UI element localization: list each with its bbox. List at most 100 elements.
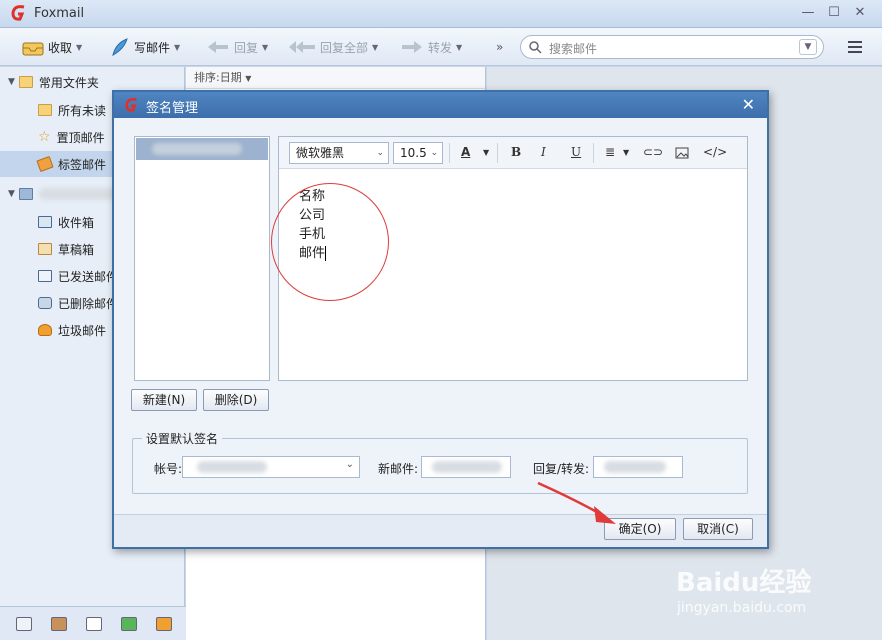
collapse-arrow-icon[interactable]: ▼ bbox=[8, 77, 15, 87]
forward-label: 转发 bbox=[428, 40, 453, 55]
close-window-button[interactable]: ✕ bbox=[850, 4, 870, 22]
font-color-icon[interactable]: A bbox=[461, 145, 470, 159]
editor-toolbar: 微软雅黑 ⌄ 10.5 ⌄ A ▼ B I U ≣ ▼ ⊂⊃ </> bbox=[279, 137, 747, 169]
default-signature-label: 设置默认签名 bbox=[142, 430, 223, 447]
reply-forward-label: 回复/转发: bbox=[533, 462, 590, 476]
sent-icon bbox=[38, 270, 52, 282]
sidebar-item-label: 草稿箱 bbox=[58, 242, 95, 257]
app-title: Foxmail bbox=[34, 6, 85, 21]
account-icon bbox=[18, 188, 33, 200]
redacted-account bbox=[197, 461, 267, 473]
signature-list-item[interactable] bbox=[136, 138, 268, 160]
main-toolbar: 收取 ▼ 写邮件 ▼ 回复 ▼ 回复全部 ▼ 转发 ▼ » 搜索邮件 ▼ bbox=[0, 28, 882, 66]
redacted-signature bbox=[604, 461, 666, 473]
source-code-icon[interactable]: </> bbox=[703, 145, 727, 159]
sort-label: 排序:日期 bbox=[194, 71, 242, 84]
folder-icon bbox=[38, 104, 52, 116]
chevron-down-icon[interactable]: ▼ bbox=[483, 148, 489, 157]
receive-label: 收取 bbox=[48, 40, 73, 55]
receive-button[interactable]: 收取 ▼ bbox=[22, 36, 82, 58]
trash-icon bbox=[38, 297, 52, 309]
toolbar-divider bbox=[449, 143, 450, 163]
minimize-button[interactable]: — bbox=[798, 4, 818, 22]
new-mail-signature-select[interactable] bbox=[421, 456, 511, 478]
reply-all-label: 回复全部 bbox=[320, 40, 369, 55]
chevron-down-icon: ▼ bbox=[262, 42, 269, 52]
signature-dialog: 签名管理 ✕ 微软雅黑 ⌄ 10.5 ⌄ A ▼ B I U ≣ ▼ ⊂⊃ </… bbox=[112, 90, 769, 549]
dialog-title: 签名管理 bbox=[146, 101, 199, 116]
link-icon[interactable]: ⊂⊃ bbox=[643, 145, 663, 159]
account-label: 帐号: bbox=[154, 462, 183, 476]
rss-icon[interactable] bbox=[156, 617, 172, 631]
sidebar-item-label: 所有未读 bbox=[58, 103, 107, 118]
search-options-chevron-icon[interactable]: ▼ bbox=[799, 39, 817, 55]
font-family-select[interactable]: 微软雅黑 ⌄ bbox=[289, 142, 389, 164]
foxmail-logo-icon bbox=[125, 98, 137, 112]
sidebar-bottom-bar bbox=[0, 606, 186, 640]
calendar-icon[interactable] bbox=[86, 617, 102, 631]
forward-button[interactable]: 转发 ▼ bbox=[400, 36, 462, 58]
redacted-signature-name bbox=[152, 143, 242, 155]
underline-icon[interactable]: U bbox=[571, 145, 581, 159]
sidebar-item-label: 已删除邮件 bbox=[58, 296, 119, 311]
search-placeholder: 搜索邮件 bbox=[549, 42, 598, 56]
drafts-icon bbox=[38, 243, 52, 255]
sidebar-item-label: 标签邮件 bbox=[58, 157, 107, 172]
new-signature-button[interactable]: 新建(N) bbox=[131, 389, 197, 411]
notes-icon[interactable] bbox=[121, 617, 137, 631]
chevron-down-icon[interactable]: ▼ bbox=[623, 148, 629, 157]
collapse-arrow-icon[interactable]: ▼ bbox=[8, 189, 15, 199]
inbox-folder-icon bbox=[38, 216, 52, 228]
maximize-button[interactable]: ☐ bbox=[824, 4, 844, 22]
chevron-down-icon: ▼ bbox=[76, 42, 83, 52]
more-toolbar-button[interactable]: » bbox=[496, 36, 503, 58]
chevron-down-icon: ▼ bbox=[456, 42, 463, 52]
main-menu-icon[interactable] bbox=[848, 41, 862, 53]
delete-signature-button[interactable]: 删除(D) bbox=[203, 389, 269, 411]
search-input[interactable]: 搜索邮件 ▼ bbox=[520, 35, 824, 59]
forward-arrow-icon bbox=[402, 41, 422, 53]
compose-label: 写邮件 bbox=[134, 40, 171, 55]
italic-icon[interactable]: I bbox=[541, 145, 546, 159]
account-select[interactable]: ⌄ bbox=[182, 456, 360, 478]
common-folder-label: 常用文件夹 bbox=[38, 75, 99, 90]
new-mail-label: 新邮件: bbox=[378, 462, 419, 476]
chevron-down-icon: ▼ bbox=[372, 42, 379, 52]
star-icon: ☆ bbox=[38, 129, 51, 145]
toolbar-divider bbox=[593, 143, 594, 163]
dialog-title-bar: 签名管理 ✕ bbox=[114, 92, 767, 118]
redacted-account-name bbox=[38, 188, 119, 200]
compose-button[interactable]: 写邮件 ▼ bbox=[110, 36, 180, 58]
sidebar-item-label: 置顶邮件 bbox=[56, 130, 105, 145]
sidebar-item-label: 已发送邮件 bbox=[58, 269, 119, 284]
font-size-select[interactable]: 10.5 ⌄ bbox=[393, 142, 443, 164]
redacted-signature bbox=[432, 461, 502, 473]
bold-icon[interactable]: B bbox=[511, 145, 521, 159]
sidebar-item-label: 垃圾邮件 bbox=[58, 323, 107, 338]
cancel-button[interactable]: 取消(C) bbox=[683, 518, 753, 540]
align-icon[interactable]: ≣ bbox=[605, 145, 615, 159]
junk-fire-icon bbox=[38, 324, 52, 336]
baidu-watermark-url: jingyan.baidu.com bbox=[677, 600, 807, 616]
chevron-down-icon: ▼ bbox=[174, 42, 181, 52]
sort-dropdown[interactable]: 排序:日期 ▼ bbox=[186, 67, 485, 89]
chevron-down-icon: ⌄ bbox=[430, 148, 438, 158]
annotation-arrow bbox=[537, 481, 616, 524]
image-icon[interactable] bbox=[675, 147, 689, 159]
reply-all-button[interactable]: 回复全部 ▼ bbox=[288, 36, 378, 58]
title-bar: Foxmail — ☐ ✕ bbox=[0, 0, 882, 28]
contacts-icon[interactable] bbox=[51, 617, 67, 631]
baidu-watermark: Baidu经验 bbox=[676, 568, 812, 598]
reply-button[interactable]: 回复 ▼ bbox=[206, 36, 268, 58]
reply-signature-select[interactable] bbox=[593, 456, 683, 478]
foxmail-logo-icon bbox=[11, 5, 25, 21]
chevron-down-icon: ⌄ bbox=[376, 148, 384, 158]
mail-view-icon[interactable] bbox=[16, 617, 32, 631]
reply-label: 回复 bbox=[234, 40, 259, 55]
feather-pen-icon bbox=[112, 38, 128, 56]
inbox-icon bbox=[22, 42, 44, 56]
folder-icon bbox=[18, 76, 33, 88]
font-size-value: 10.5 bbox=[400, 146, 427, 160]
annotation-circle bbox=[271, 183, 389, 301]
dialog-close-icon[interactable]: ✕ bbox=[742, 95, 755, 114]
